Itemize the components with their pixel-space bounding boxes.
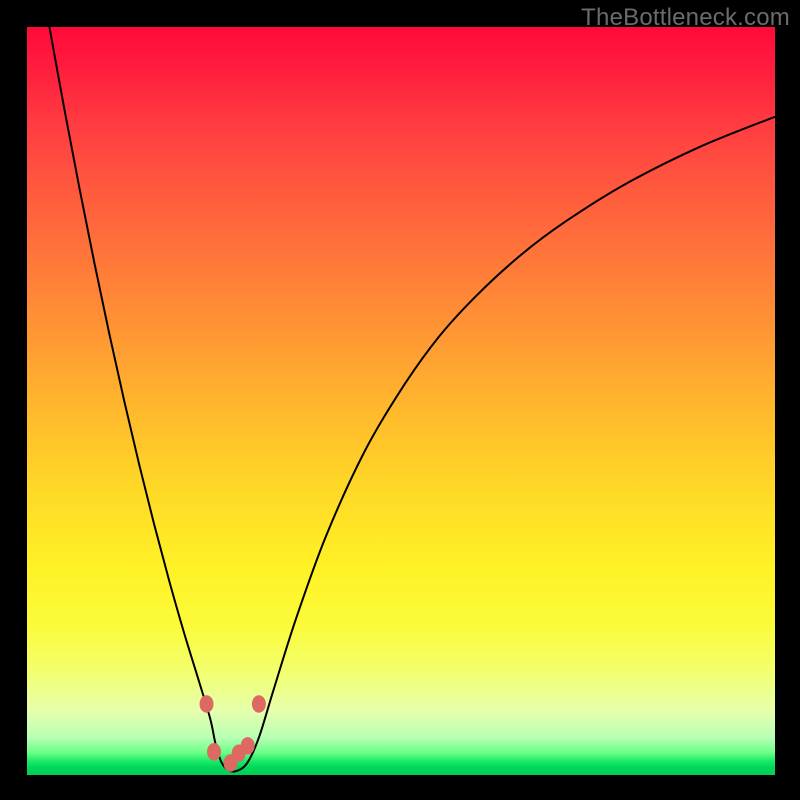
bottleneck-curve [38, 27, 775, 772]
curve-layer [27, 27, 775, 775]
bead [241, 737, 255, 755]
bead [252, 695, 266, 713]
curve-beads [200, 695, 266, 772]
plot-area [27, 27, 775, 775]
watermark: TheBottleneck.com [581, 4, 790, 32]
chart-frame: TheBottleneck.com [0, 0, 800, 800]
bead [200, 695, 214, 713]
bead [207, 743, 221, 761]
